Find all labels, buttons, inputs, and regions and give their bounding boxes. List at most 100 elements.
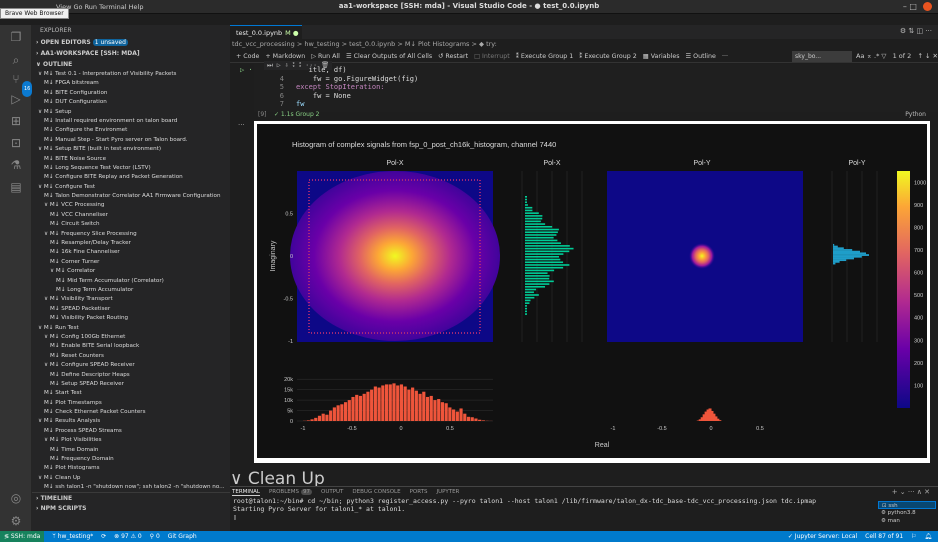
outline-item[interactable]: M↓ Time Domain bbox=[32, 446, 230, 455]
code-line[interactable]: except StopIteration: bbox=[296, 83, 385, 91]
window-controls[interactable]: – □ bbox=[903, 2, 932, 11]
outline-item[interactable]: M↓ VCC Channeliser bbox=[32, 211, 230, 220]
open-editors-section[interactable]: › OPEN EDITORS 1 unsaved bbox=[32, 37, 230, 48]
extensions-icon[interactable]: ⊞ bbox=[8, 113, 24, 129]
toolbar-button[interactable]: ▷ Run All bbox=[311, 53, 340, 60]
outline-item[interactable]: M↓ Define Descriptor Heaps bbox=[32, 371, 230, 380]
outline-item[interactable]: M↓ DUT Configuration bbox=[32, 98, 230, 107]
outline-item[interactable]: M↓ Enable BITE Serial loopback bbox=[32, 342, 230, 351]
gear-icon[interactable]: ⚙ bbox=[8, 513, 24, 529]
outline-item[interactable]: ∨ M↓ Correlator bbox=[32, 267, 230, 276]
outline-item[interactable]: M↓ Start Test bbox=[32, 389, 230, 398]
outline-item[interactable]: M↓ Resampler/Delay Tracker bbox=[32, 239, 230, 248]
branch-indicator[interactable]: ᛘ hw_testing* bbox=[52, 533, 93, 540]
panel-tab[interactable]: DEBUG CONSOLE bbox=[352, 489, 400, 495]
histogram-figure[interactable]: Histogram of complex signals from fsp_0_… bbox=[257, 124, 927, 458]
jupyter-server-status[interactable]: ✓ Jupyter Server: Local bbox=[788, 533, 857, 540]
outline-item[interactable]: ∨ M↓ Plot Visibilities bbox=[32, 436, 230, 445]
outline-item[interactable]: M↓ Mid Term Accumulator (Correlator) bbox=[32, 277, 230, 286]
breadcrumb[interactable]: tdc_vcc_processing > hw_testing > test_0… bbox=[232, 40, 497, 48]
outline-item[interactable]: ∨ M↓ Clean Up bbox=[32, 474, 230, 483]
terminal-instance[interactable]: ⊡ ssh bbox=[878, 501, 936, 509]
toolbar-button[interactable]: □ Interrupt bbox=[474, 53, 510, 60]
outline-item[interactable]: ∨ M↓ Frequency Slice Processing bbox=[32, 230, 230, 239]
panel-tab[interactable]: PORTS bbox=[410, 489, 428, 495]
npm-section[interactable]: › NPM SCRIPTS bbox=[32, 503, 230, 514]
tab-notebook[interactable]: test_0.0.ipynb M ● bbox=[230, 25, 302, 39]
feedback-icon[interactable]: ⚐ bbox=[911, 533, 916, 540]
outline-item[interactable]: M↓ Long Term Accumulator bbox=[32, 286, 230, 295]
terminal-instance[interactable]: ⚙ man bbox=[878, 517, 936, 525]
outline-item[interactable]: M↓ Manual Step - Start Pyro server on Ta… bbox=[32, 136, 230, 145]
toolbar-button[interactable]: + Markdown bbox=[265, 53, 305, 60]
outline-item[interactable]: M↓ Frequency Domain bbox=[32, 455, 230, 464]
outline-item[interactable]: ∨ M↓ VCC Processing bbox=[32, 201, 230, 210]
code-line[interactable]: fw bbox=[296, 100, 304, 108]
panel-tab[interactable]: TERMINAL bbox=[232, 489, 260, 496]
cell-position[interactable]: Cell 87 of 91 bbox=[865, 533, 903, 540]
language-label[interactable]: Python bbox=[905, 111, 926, 118]
close-icon[interactable] bbox=[923, 2, 932, 11]
panel-tab[interactable]: JUPYTER bbox=[437, 489, 460, 495]
search-icon[interactable]: ⌕ bbox=[8, 52, 24, 68]
outline-item[interactable]: ∨ M↓ Configure SPEAD Receiver bbox=[32, 361, 230, 370]
toolbar-button[interactable]: ☰ Outline bbox=[686, 53, 716, 60]
outline-section[interactable]: ∨ OUTLINE bbox=[32, 59, 230, 70]
outline-item[interactable]: ∨ M↓ Test 0.1 - Interpretation of Visibi… bbox=[32, 70, 230, 79]
outline-item[interactable]: M↓ Circuit Switch bbox=[32, 220, 230, 229]
outline-item[interactable]: M↓ Long Sequence Test Vector (LSTV) bbox=[32, 164, 230, 173]
outline-item[interactable]: ∨ M↓ Configure Test bbox=[32, 183, 230, 192]
ports-indicator[interactable]: ⚲ 0 bbox=[150, 533, 160, 540]
kernel-picker[interactable]: sky_bo... bbox=[792, 51, 852, 62]
code-line[interactable]: fw = None bbox=[296, 92, 351, 100]
sync-icon[interactable]: ⟳ bbox=[101, 533, 106, 540]
outline-item[interactable]: ∨ M↓ Config 100Gb Ethernet bbox=[32, 333, 230, 342]
toolbar-button[interactable]: ⁑ Execute Group 2 bbox=[579, 53, 637, 60]
outline-item[interactable]: ∨ M↓ Setup BITE (built in test environme… bbox=[32, 145, 230, 154]
outline-item[interactable]: M↓ Plot Histograms bbox=[32, 464, 230, 473]
outline-item[interactable]: M↓ Configure BITE Replay and Packet Gene… bbox=[32, 173, 230, 182]
editor-actions[interactable]: ⚙ ⇅ ◫ ··· bbox=[900, 27, 932, 35]
git-graph-button[interactable]: Git Graph bbox=[168, 533, 197, 540]
outline-item[interactable]: ∨ M↓ Results Analysis bbox=[32, 417, 230, 426]
toolbar-button[interactable]: ☰ Clear Outputs of All Cells bbox=[346, 53, 432, 60]
panel-actions[interactable]: + ⌄ ··· ∧ ✕ bbox=[892, 488, 930, 496]
find-widget[interactable]: Aa ⌅ .* ▽ 1 of 2 ↑ ↓ ✕ bbox=[856, 51, 938, 62]
outline-item[interactable]: M↓ Visibility Packet Routing bbox=[32, 314, 230, 323]
toolbar-button[interactable]: + Code bbox=[236, 53, 259, 60]
remote-indicator[interactable]: ≶ SSH: mda bbox=[0, 531, 45, 542]
remote-explorer-icon[interactable]: ⊡ bbox=[8, 135, 24, 151]
outline-item[interactable]: M↓ Corner Turner bbox=[32, 258, 230, 267]
jupyter-icon[interactable]: ▤ bbox=[8, 179, 24, 195]
code-line[interactable]: fw = go.FigureWidget(fig) bbox=[296, 75, 418, 83]
workspace-section[interactable]: › AA1-WORKSPACE [SSH: MDA] bbox=[32, 48, 230, 59]
outline-item[interactable]: ∨ M↓ Run Test bbox=[32, 324, 230, 333]
source-control-icon[interactable]: ⑂ 16 bbox=[8, 71, 33, 97]
explorer-icon[interactable]: ❐ bbox=[8, 29, 24, 45]
outline-item[interactable]: M↓ Check Ethernet Packet Counters bbox=[32, 408, 230, 417]
problems-indicator[interactable]: ⊗ 97 ⚠ 0 bbox=[114, 533, 142, 540]
terminal-instance[interactable]: ⚙ python3.8 bbox=[878, 509, 936, 517]
panel-tab[interactable]: 97 bbox=[301, 489, 312, 495]
terminal-output[interactable]: root@talon1:~/bin# cd ~/bin; python3 reg… bbox=[230, 497, 938, 521]
outline-item[interactable]: M↓ BITE Noise Source bbox=[32, 155, 230, 164]
testing-icon[interactable]: ⚗ bbox=[8, 157, 24, 173]
run-debug-icon[interactable]: ▷ bbox=[8, 91, 24, 107]
outline-item[interactable]: M↓ Reset Counters bbox=[32, 352, 230, 361]
outline-item[interactable]: M↓ Configure the Environmet bbox=[32, 126, 230, 135]
panel-tab[interactable]: OUTPUT bbox=[321, 489, 343, 495]
code-cell[interactable]: ▷ · ⏭ ▷ ⇩ ⁑ ⁑ ··· 🗑 itle, df) 4 fw = go.F… bbox=[240, 61, 938, 112]
toolbar-button[interactable]: ⁑ Execute Group 1 bbox=[516, 53, 574, 60]
outline-item[interactable]: M↓ Install required environment on talon… bbox=[32, 117, 230, 126]
toolbar-button[interactable]: ▦ Variables bbox=[643, 53, 680, 60]
outline-item[interactable]: M↓ Process SPEAD Streams bbox=[32, 427, 230, 436]
outline-item[interactable]: M↓ 16k Fine Channeliser bbox=[32, 248, 230, 257]
account-icon[interactable]: ◎ bbox=[8, 490, 24, 506]
outline-item[interactable]: M↓ SPEAD Packetiser bbox=[32, 305, 230, 314]
outline-item[interactable]: ∨ M↓ Visibility Transport bbox=[32, 295, 230, 304]
outline-item[interactable]: M↓ ssh talon1 -n "shutdown now"; ssh tal… bbox=[32, 483, 230, 492]
outline-item[interactable]: M↓ Plot Timestamps bbox=[32, 399, 230, 408]
outline-item[interactable]: M↓ Talon Demonstrator Correlator AA1 Fir… bbox=[32, 192, 230, 201]
output-more-icon[interactable]: ··· bbox=[238, 121, 245, 129]
panel-tab[interactable]: PROBLEMS bbox=[269, 489, 299, 495]
